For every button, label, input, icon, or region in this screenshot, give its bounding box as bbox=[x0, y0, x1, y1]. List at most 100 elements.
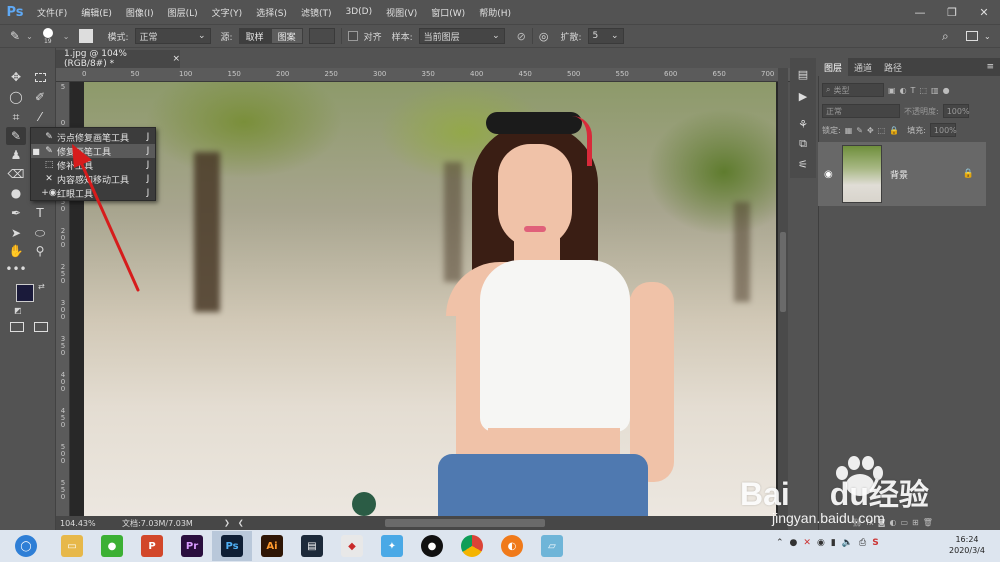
healing-brush-preset-icon[interactable]: ✎ bbox=[10, 29, 20, 43]
tray-icon[interactable]: ◉ bbox=[817, 538, 825, 548]
filter-type-icon[interactable]: T bbox=[911, 86, 916, 95]
close-button[interactable]: ✕ bbox=[968, 0, 1000, 24]
lock-position-icon[interactable]: ✥ bbox=[867, 126, 874, 135]
menu-select[interactable]: 选择(S) bbox=[249, 6, 294, 19]
taskbar-app[interactable]: ◐ bbox=[492, 531, 532, 561]
volume-icon[interactable]: 🔈 bbox=[842, 538, 853, 548]
move-tool-icon[interactable]: ✥ bbox=[6, 68, 26, 86]
hand-tool-icon[interactable]: ✋ bbox=[6, 242, 26, 260]
clone-source-icon[interactable]: ⧉ bbox=[795, 136, 811, 152]
marquee-tool-icon[interactable] bbox=[30, 68, 50, 86]
new-group-icon[interactable]: ▭ bbox=[900, 518, 908, 527]
menu-filter[interactable]: 滤镜(T) bbox=[294, 6, 339, 19]
tray-icon[interactable]: ● bbox=[790, 538, 798, 548]
zoom-tool-icon[interactable]: ⚲ bbox=[30, 242, 50, 260]
filter-shape-icon[interactable]: ⬚ bbox=[919, 86, 927, 95]
tab-layers[interactable]: 图层 bbox=[818, 58, 849, 76]
history-icon[interactable]: ▤ bbox=[795, 66, 811, 82]
quick-mask-icon[interactable] bbox=[10, 322, 24, 332]
pen-tool-icon[interactable]: ✒ bbox=[6, 204, 26, 222]
taskbar-browser[interactable]: ◯ bbox=[0, 531, 52, 561]
brush-picker[interactable]: 19 bbox=[39, 27, 57, 45]
menu-file[interactable]: 文件(F) bbox=[30, 6, 74, 19]
chevron-down-icon[interactable]: ⌄ bbox=[984, 32, 991, 41]
preset-dropdown-icon[interactable]: ⌄ bbox=[26, 32, 33, 41]
filter-pixel-icon[interactable]: ▣ bbox=[888, 86, 896, 95]
menu-layer[interactable]: 图层(L) bbox=[161, 6, 205, 19]
taskbar-notes[interactable]: ▱ bbox=[532, 531, 572, 561]
taskbar-office[interactable]: ◆ bbox=[332, 531, 372, 561]
menu-type[interactable]: 文字(Y) bbox=[205, 6, 250, 19]
horizontal-scroll-thumb[interactable] bbox=[385, 519, 545, 527]
workspace-icon[interactable] bbox=[966, 31, 978, 41]
lock-pixels-icon[interactable]: ✎ bbox=[856, 126, 863, 135]
default-colors-icon[interactable]: ◩ bbox=[14, 306, 22, 315]
taskbar-wechat[interactable]: ● bbox=[92, 531, 132, 561]
healing-brush-tool-icon[interactable]: ✎ bbox=[6, 127, 26, 145]
brush-settings-icon[interactable] bbox=[79, 29, 94, 43]
actions-play-icon[interactable]: ▶ bbox=[795, 88, 811, 104]
opacity-input[interactable]: 100% bbox=[942, 104, 970, 118]
menu-view[interactable]: 视图(V) bbox=[379, 6, 424, 19]
menu-image[interactable]: 图像(I) bbox=[119, 6, 161, 19]
taskbar-powerpoint[interactable]: P bbox=[132, 531, 172, 561]
tray-icon[interactable]: ⎙ bbox=[859, 538, 866, 548]
filter-smart-icon[interactable]: ▥ bbox=[931, 86, 939, 95]
adjustments-icon[interactable]: ⚟ bbox=[795, 156, 811, 172]
document-image[interactable] bbox=[84, 82, 776, 516]
pressure-size-icon[interactable]: ◎ bbox=[539, 30, 549, 43]
restore-button[interactable]: ❐ bbox=[936, 0, 968, 24]
eyedropper-tool-icon[interactable]: ⁄ bbox=[30, 108, 50, 126]
taskbar-clock[interactable]: 16:24 2020/3/4 bbox=[942, 534, 992, 556]
tab-channels[interactable]: 通道 bbox=[848, 58, 878, 76]
crop-tool-icon[interactable]: ⌗ bbox=[6, 108, 26, 126]
eye-icon[interactable]: ◉ bbox=[824, 169, 833, 180]
tray-icon[interactable]: ✕ bbox=[803, 538, 811, 548]
source-pattern-button[interactable]: 图案 bbox=[270, 28, 303, 44]
blur-tool-icon[interactable]: ● bbox=[6, 184, 26, 202]
search-icon[interactable]: ⌕ bbox=[942, 29, 949, 44]
lock-all-icon[interactable]: 🔒 bbox=[889, 126, 899, 135]
close-tab-icon[interactable]: × bbox=[172, 54, 180, 64]
pattern-picker[interactable] bbox=[308, 28, 335, 44]
quick-selection-tool-icon[interactable]: ✐ bbox=[30, 88, 50, 106]
vertical-scroll-thumb[interactable] bbox=[780, 232, 786, 312]
tray-arrow-icon[interactable]: ⌃ bbox=[776, 538, 784, 548]
type-tool-icon[interactable]: T bbox=[30, 204, 50, 222]
delete-layer-icon[interactable]: 🗑 bbox=[923, 518, 933, 527]
diffusion-select[interactable]: 5 ⌄ bbox=[587, 28, 624, 44]
taskbar-chrome[interactable] bbox=[452, 531, 492, 561]
path-selection-tool-icon[interactable]: ➤ bbox=[6, 224, 26, 242]
foreground-color-swatch[interactable] bbox=[16, 284, 34, 302]
taskbar-video[interactable]: ▤ bbox=[292, 531, 332, 561]
blend-mode-select[interactable]: 正常 bbox=[822, 104, 900, 118]
eraser-tool-icon[interactable]: ⌫ bbox=[6, 165, 26, 183]
ellipse-tool-icon[interactable]: ⬭ bbox=[30, 224, 50, 242]
ime-icon[interactable]: S bbox=[872, 538, 878, 548]
new-layer-icon[interactable]: ⊞ bbox=[912, 518, 919, 527]
panel-menu-icon[interactable]: ≡ bbox=[986, 58, 994, 76]
brush-presets-icon[interactable]: ⚘ bbox=[795, 116, 811, 132]
menu-window[interactable]: 窗口(W) bbox=[424, 6, 472, 19]
fill-input[interactable]: 100% bbox=[929, 123, 957, 137]
stamp-tool-icon[interactable]: ♟ bbox=[6, 146, 26, 164]
tab-paths[interactable]: 路径 bbox=[878, 58, 908, 76]
lasso-tool-icon[interactable]: ◯ bbox=[6, 88, 26, 106]
lock-artboard-icon[interactable]: ⬚ bbox=[878, 126, 886, 135]
sample-select[interactable]: 当前图层 ⌄ bbox=[418, 28, 505, 44]
brush-dropdown-icon[interactable]: ⌄ bbox=[63, 32, 70, 41]
taskbar-explorer[interactable]: ▭ bbox=[52, 531, 92, 561]
mode-select[interactable]: 正常 ⌄ bbox=[134, 28, 211, 44]
taskbar-bird[interactable]: ✦ bbox=[372, 531, 412, 561]
align-checkbox[interactable] bbox=[347, 31, 358, 41]
menu-edit[interactable]: 编辑(E) bbox=[74, 6, 119, 19]
minimize-button[interactable]: — bbox=[904, 0, 936, 24]
taskbar-photoshop[interactable]: Ps bbox=[212, 531, 252, 561]
filter-adjustment-icon[interactable]: ◐ bbox=[900, 86, 907, 95]
menu-3d[interactable]: 3D(D) bbox=[338, 7, 379, 17]
taskbar-illustrator[interactable]: Ai bbox=[252, 531, 292, 561]
scroll-left-icon[interactable]: ❮ bbox=[238, 519, 244, 527]
zoom-level[interactable]: 104.43% bbox=[56, 519, 118, 528]
layer-row-background[interactable]: ◉ 背景 🔒 bbox=[818, 142, 986, 206]
screen-mode-icon[interactable] bbox=[34, 322, 48, 332]
